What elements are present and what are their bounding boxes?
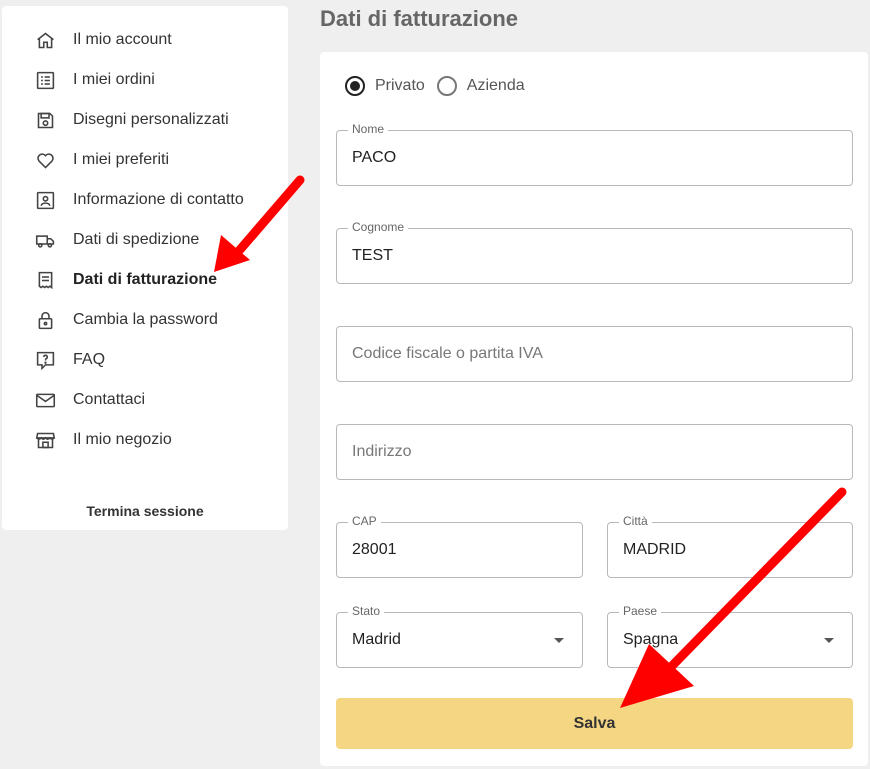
field-value: Spagna: [623, 631, 679, 648]
sidebar-item-orders[interactable]: I miei ordini: [2, 60, 288, 100]
sidebar-item-label: Il mio negozio: [73, 431, 172, 448]
radio-label: Privato: [375, 77, 425, 94]
radio-unchecked-icon: [436, 76, 457, 96]
sidebar-item-label: Contattaci: [73, 391, 146, 408]
billing-form: Privato Azienda Nome PACO Cognome TEST C…: [320, 52, 868, 766]
radio-privato[interactable]: Privato: [345, 76, 425, 96]
paese-select[interactable]: Paese Spagna: [607, 604, 853, 668]
sidebar-item-label: Disegni personalizzati: [73, 111, 229, 128]
customer-type-group: Privato Azienda: [345, 76, 537, 96]
sidebar-item-label: FAQ: [73, 351, 106, 368]
field-value: 28001: [352, 541, 397, 558]
cognome-field[interactable]: Cognome TEST: [336, 220, 853, 284]
field-label: Città: [619, 514, 652, 528]
sidebar-item-label: Cambia la password: [73, 311, 218, 328]
cap-field[interactable]: CAP 28001: [336, 514, 583, 578]
field-label: Stato: [348, 604, 385, 618]
nome-field[interactable]: Nome PACO: [336, 122, 853, 186]
sidebar-item-account[interactable]: Il mio account: [2, 20, 288, 60]
logout-button[interactable]: Termina sessione: [2, 503, 288, 519]
heart-icon: [34, 149, 56, 171]
field-label: Cognome: [348, 220, 409, 234]
save-icon: [34, 109, 56, 131]
sidebar-item-billing[interactable]: Dati di fatturazione: [2, 260, 288, 300]
home-icon: [34, 29, 56, 51]
codice-fiscale-field[interactable]: Codice fiscale o partita IVA: [336, 326, 853, 382]
sidebar-item-label: I miei preferiti: [73, 151, 170, 168]
mail-icon: [34, 389, 56, 411]
receipt-icon: [34, 269, 56, 291]
lock-icon: [34, 309, 56, 331]
question-icon: [34, 349, 56, 371]
sidebar-item-my-shop[interactable]: Il mio negozio: [2, 420, 288, 460]
field-label: Paese: [619, 604, 662, 618]
sidebar-item-label: Il mio account: [73, 31, 172, 48]
radio-label: Azienda: [466, 77, 525, 94]
chevron-down-icon: [554, 638, 564, 643]
sidebar-item-label: Dati di fatturazione: [73, 271, 218, 288]
field-label: CAP: [348, 514, 381, 528]
sidebar-item-favorites[interactable]: I miei preferiti: [2, 140, 288, 180]
sidebar-item-label: Dati di spedizione: [73, 231, 200, 248]
field-value: MADRID: [623, 541, 687, 558]
save-button[interactable]: Salva: [336, 698, 853, 749]
truck-icon: [34, 229, 56, 251]
field-value: TEST: [352, 247, 393, 264]
stato-select[interactable]: Stato Madrid: [336, 604, 583, 668]
sidebar-item-faq[interactable]: FAQ: [2, 340, 288, 380]
sidebar-item-shipping[interactable]: Dati di spedizione: [2, 220, 288, 260]
store-icon: [34, 429, 56, 451]
field-placeholder: Codice fiscale o partita IVA: [352, 345, 543, 362]
field-label: Nome: [348, 122, 389, 136]
sidebar-item-label: Informazione di contatto: [73, 191, 244, 208]
sidebar: Il mio account I miei ordini Disegni per…: [2, 6, 288, 530]
indirizzo-field[interactable]: Indirizzo: [336, 424, 853, 480]
field-value: PACO: [352, 149, 397, 166]
field-placeholder: Indirizzo: [352, 443, 412, 460]
page-title: Dati di fatturazione: [320, 6, 519, 31]
radio-checked-icon: [345, 76, 365, 96]
contact-card-icon: [34, 189, 56, 211]
citta-field[interactable]: Città MADRID: [607, 514, 853, 578]
field-value: Madrid: [352, 631, 401, 648]
sidebar-item-label: I miei ordini: [73, 71, 155, 88]
chevron-down-icon: [824, 638, 834, 643]
list-icon: [34, 69, 56, 91]
sidebar-item-password[interactable]: Cambia la password: [2, 300, 288, 340]
sidebar-item-designs[interactable]: Disegni personalizzati: [2, 100, 288, 140]
sidebar-item-contact-us[interactable]: Contattaci: [2, 380, 288, 420]
sidebar-item-contact-info[interactable]: Informazione di contatto: [2, 180, 288, 220]
radio-azienda[interactable]: Azienda: [436, 76, 525, 96]
